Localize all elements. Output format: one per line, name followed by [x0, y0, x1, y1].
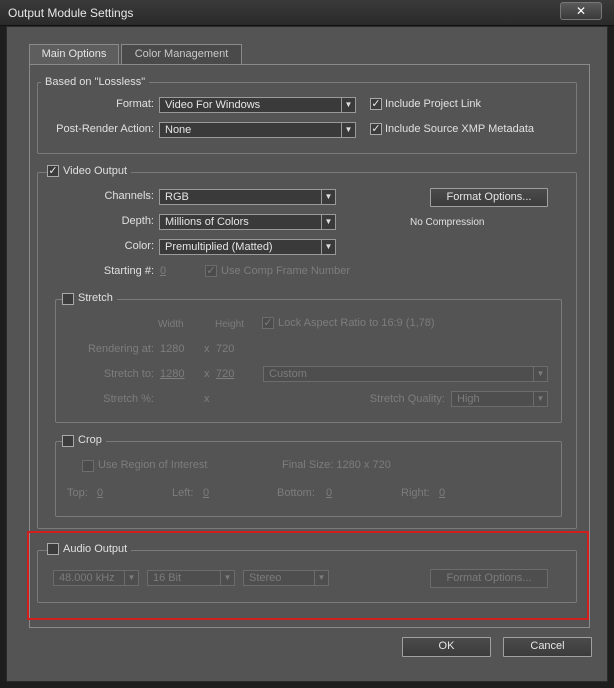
- close-icon: ✕: [575, 4, 587, 18]
- chevron-down-icon: ▼: [533, 367, 547, 381]
- based-on-legend: Based on "Lossless": [41, 76, 150, 89]
- chevron-down-icon: ▼: [321, 215, 335, 229]
- crop-group: [55, 441, 562, 517]
- crop-left-value[interactable]: 0: [203, 487, 209, 499]
- chevron-down-icon: ▼: [321, 190, 335, 204]
- crop-right-value[interactable]: 0: [439, 487, 445, 499]
- stretch-to-height[interactable]: 720: [216, 368, 234, 380]
- use-roi-label: Use Region of Interest: [98, 459, 208, 471]
- stretch-legend: Stretch: [74, 292, 117, 305]
- based-on-group: [37, 82, 577, 154]
- rendering-at-label: Rendering at:: [87, 343, 154, 355]
- crop-bottom-value[interactable]: 0: [326, 487, 332, 499]
- rendering-x: x: [204, 343, 210, 355]
- tab-color-management[interactable]: Color Management: [121, 44, 242, 64]
- highlight-box: [27, 531, 589, 620]
- color-label: Color:: [124, 240, 154, 252]
- crop-top-value[interactable]: 0: [97, 487, 103, 499]
- crop-right-label: Right:: [401, 487, 430, 499]
- stretch-to-x: x: [204, 368, 210, 380]
- check-icon: ✓: [263, 317, 273, 329]
- stretch-preset-dropdown[interactable]: Custom ▼: [263, 366, 548, 382]
- starting-label: Starting #:: [103, 265, 154, 277]
- chevron-down-icon: ▼: [341, 98, 355, 112]
- window-title: Output Module Settings: [8, 6, 134, 20]
- use-roi-checkbox[interactable]: [82, 460, 94, 472]
- height-header: Height: [215, 319, 244, 330]
- starting-value[interactable]: 0: [160, 265, 166, 277]
- rendering-height: 720: [216, 343, 235, 355]
- crop-bottom-label: Bottom:: [277, 487, 315, 499]
- crop-left-label: Left:: [172, 487, 194, 499]
- video-output-legend: Video Output: [59, 165, 132, 178]
- lock-aspect-checkbox[interactable]: ✓: [262, 317, 274, 329]
- use-comp-frame-label: Use Comp Frame Number: [221, 265, 350, 277]
- rendering-width: 1280: [160, 343, 185, 355]
- chevron-down-icon: ▼: [341, 123, 355, 137]
- video-output-checkbox[interactable]: ✓: [47, 165, 59, 177]
- include-project-link-label: Include Project Link: [385, 98, 481, 110]
- crop-top-label: Top:: [67, 487, 88, 499]
- depth-dropdown[interactable]: Millions of Colors ▼: [159, 214, 336, 230]
- crop-legend: Crop: [74, 434, 106, 447]
- use-comp-frame-checkbox[interactable]: ✓: [205, 265, 217, 277]
- stretch-to-width[interactable]: 1280: [160, 368, 184, 380]
- ok-button[interactable]: OK: [402, 637, 491, 657]
- include-project-link-checkbox[interactable]: ✓: [370, 98, 382, 110]
- color-dropdown[interactable]: Premultiplied (Matted) ▼: [159, 239, 336, 255]
- stretch-percent-x: x: [204, 393, 210, 405]
- chevron-down-icon: ▼: [533, 392, 547, 406]
- stretch-percent-label: Stretch %:: [103, 393, 154, 405]
- depth-label: Depth:: [121, 215, 154, 227]
- format-dropdown[interactable]: Video For Windows ▼: [159, 97, 356, 113]
- format-label: Format:: [116, 98, 154, 110]
- tab-main-options[interactable]: Main Options: [29, 44, 119, 64]
- close-button[interactable]: ✕: [560, 2, 602, 20]
- stretch-quality-label: Stretch Quality:: [369, 393, 445, 405]
- check-icon: ✓: [371, 98, 381, 110]
- check-icon: ✓: [48, 165, 58, 177]
- cancel-button[interactable]: Cancel: [503, 637, 592, 657]
- width-header: Width: [158, 319, 184, 330]
- stretch-quality-dropdown[interactable]: High ▼: [451, 391, 548, 407]
- channels-label: Channels:: [104, 190, 154, 202]
- chevron-down-icon: ▼: [321, 240, 335, 254]
- stretch-to-label: Stretch to:: [103, 368, 154, 380]
- stretch-checkbox[interactable]: [62, 293, 74, 305]
- include-xmp-label: Include Source XMP Metadata: [385, 123, 534, 135]
- include-xmp-checkbox[interactable]: ✓: [370, 123, 382, 135]
- channels-dropdown[interactable]: RGB ▼: [159, 189, 336, 205]
- post-render-dropdown[interactable]: None ▼: [159, 122, 356, 138]
- post-render-label: Post-Render Action:: [56, 123, 154, 135]
- check-icon: ✓: [371, 123, 381, 135]
- final-size-text: Final Size: 1280 x 720: [282, 459, 391, 471]
- check-icon: ✓: [206, 265, 216, 277]
- compression-text: No Compression: [410, 217, 485, 228]
- lock-aspect-label: Lock Aspect Ratio to 16:9 (1,78): [278, 317, 435, 329]
- crop-checkbox[interactable]: [62, 435, 74, 447]
- title-bar: Output Module Settings ✕: [0, 0, 614, 26]
- video-format-options-button[interactable]: Format Options...: [430, 188, 548, 207]
